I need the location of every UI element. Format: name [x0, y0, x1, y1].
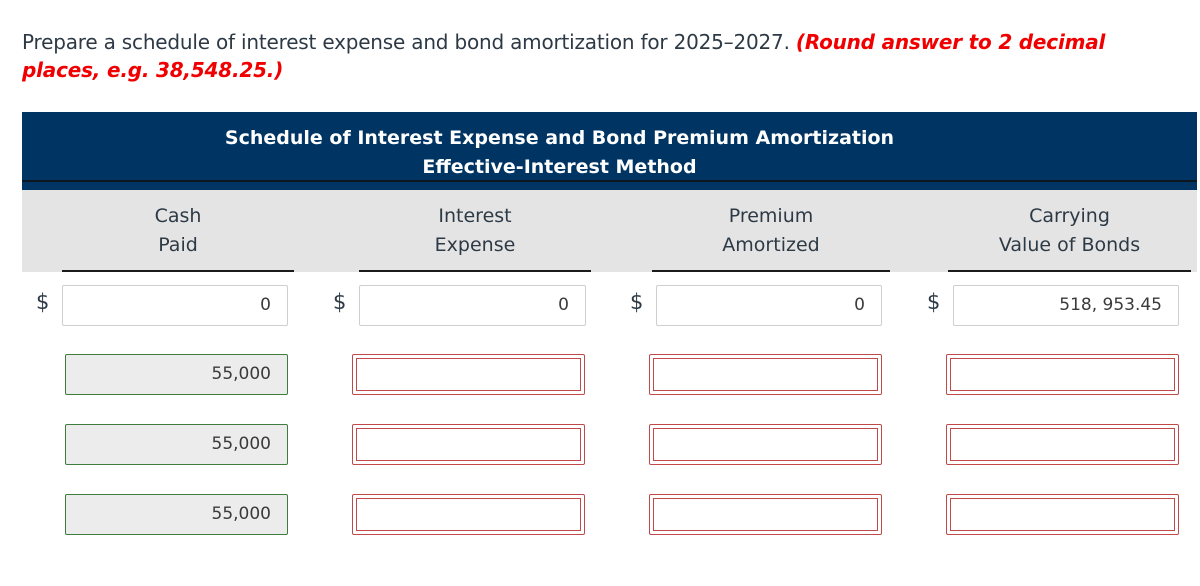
schedule-subtitle: Effective-Interest Method — [422, 156, 697, 178]
dollar-sign: $ — [333, 290, 347, 314]
cash-paid-input-row-0[interactable]: 0 — [62, 285, 288, 326]
interest-expense-input-row-0[interactable]: 0 — [359, 285, 586, 326]
interest-expense-input-row-1[interactable] — [352, 354, 585, 395]
cash-paid-input-row-3[interactable]: 55,000 — [65, 494, 288, 535]
dollar-sign: $ — [927, 290, 941, 314]
premium-amortized-input-row-0[interactable]: 0 — [656, 285, 882, 326]
premium-amortized-input-row-1[interactable] — [649, 354, 882, 395]
schedule-title-banner: Schedule of Interest Expense and Bond Pr… — [22, 112, 1197, 190]
dollar-sign: $ — [630, 290, 644, 314]
carrying-value-input-row-1[interactable] — [946, 354, 1179, 395]
premium-amortized-input-row-2[interactable] — [649, 424, 882, 465]
cash-paid-input-row-2[interactable]: 55,000 — [65, 424, 288, 465]
column-header-cash-paid: Cash Paid — [62, 202, 294, 272]
dollar-sign: $ — [36, 290, 50, 314]
instructions-text: Prepare a schedule of interest expense a… — [22, 30, 790, 54]
interest-expense-input-row-2[interactable] — [352, 424, 585, 465]
column-header-row: Cash Paid Interest Expense Premium Amort… — [22, 190, 1197, 272]
column-underline — [652, 270, 890, 272]
column-header-carrying-value: Carrying Value of Bonds — [948, 202, 1191, 272]
column-underline — [62, 270, 294, 272]
instructions: Prepare a schedule of interest expense a… — [22, 28, 1172, 84]
premium-amortized-input-row-3[interactable] — [649, 494, 882, 535]
schedule-title: Schedule of Interest Expense and Bond Pr… — [224, 127, 895, 149]
carrying-value-input-row-3[interactable] — [946, 494, 1179, 535]
banner-divider — [22, 180, 1197, 182]
column-header-premium-amortized: Premium Amortized — [652, 202, 890, 272]
carrying-value-input-row-2[interactable] — [946, 424, 1179, 465]
column-underline — [948, 270, 1191, 272]
carrying-value-input-row-0[interactable]: 518, 953.45 — [953, 285, 1179, 326]
column-header-interest-expense: Interest Expense — [359, 202, 591, 272]
cash-paid-input-row-1[interactable]: 55,000 — [65, 354, 288, 395]
column-underline — [359, 270, 591, 272]
interest-expense-input-row-3[interactable] — [352, 494, 585, 535]
